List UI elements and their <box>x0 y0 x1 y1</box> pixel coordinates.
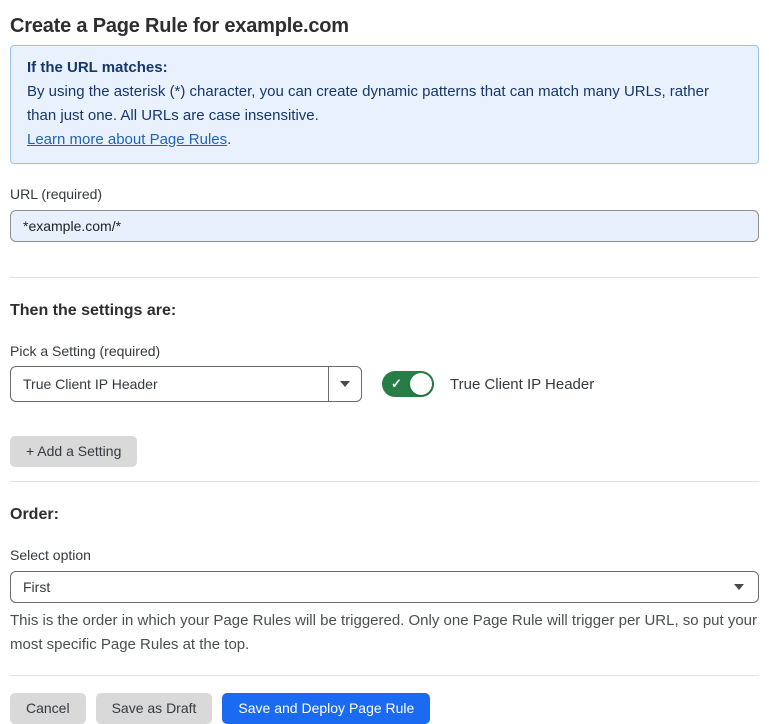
toggle-knob <box>410 373 432 395</box>
create-page-rule-form: Create a Page Rule for example.com If th… <box>0 0 769 724</box>
setting-select-arrow-button[interactable] <box>328 367 361 401</box>
url-field-label: URL (required) <box>10 186 759 202</box>
page-title: Create a Page Rule for example.com <box>10 12 759 40</box>
learn-more-link[interactable]: Learn more about Page Rules <box>27 131 227 148</box>
setting-select[interactable]: True Client IP Header <box>10 366 362 402</box>
order-help-text: This is the order in which your Page Rul… <box>10 609 759 657</box>
order-select-label: Select option <box>10 547 759 563</box>
settings-section-heading: Then the settings are: <box>10 301 759 321</box>
url-match-info-box: If the URL matches: By using the asteris… <box>10 45 759 164</box>
info-box-body: By using the asterisk (*) character, you… <box>27 80 742 128</box>
save-as-draft-button[interactable]: Save as Draft <box>96 693 213 724</box>
divider <box>10 277 759 278</box>
pick-setting-label: Pick a Setting (required) <box>10 343 759 359</box>
info-box-heading: If the URL matches: <box>27 56 742 80</box>
link-suffix: . <box>227 131 231 148</box>
order-select-value: First <box>23 579 734 595</box>
cancel-button[interactable]: Cancel <box>10 693 86 724</box>
url-input[interactable] <box>10 210 759 242</box>
check-icon: ✓ <box>391 377 402 390</box>
setting-row: True Client IP Header ✓ True Client IP H… <box>10 366 759 402</box>
info-box-link-line: Learn more about Page Rules. <box>27 128 742 152</box>
add-setting-button[interactable]: + Add a Setting <box>10 436 137 467</box>
footer-actions: Cancel Save as Draft Save and Deploy Pag… <box>10 693 759 724</box>
divider <box>10 675 759 676</box>
divider <box>10 481 759 482</box>
order-select[interactable]: First <box>10 571 759 603</box>
chevron-down-icon <box>340 381 350 387</box>
toggle-wrap: ✓ True Client IP Header <box>382 371 594 397</box>
toggle-label: True Client IP Header <box>450 376 594 393</box>
chevron-down-icon <box>734 584 744 590</box>
save-and-deploy-button[interactable]: Save and Deploy Page Rule <box>222 693 430 724</box>
order-section-heading: Order: <box>10 505 759 525</box>
setting-select-value: True Client IP Header <box>11 367 328 401</box>
true-client-ip-toggle[interactable]: ✓ <box>382 371 434 397</box>
